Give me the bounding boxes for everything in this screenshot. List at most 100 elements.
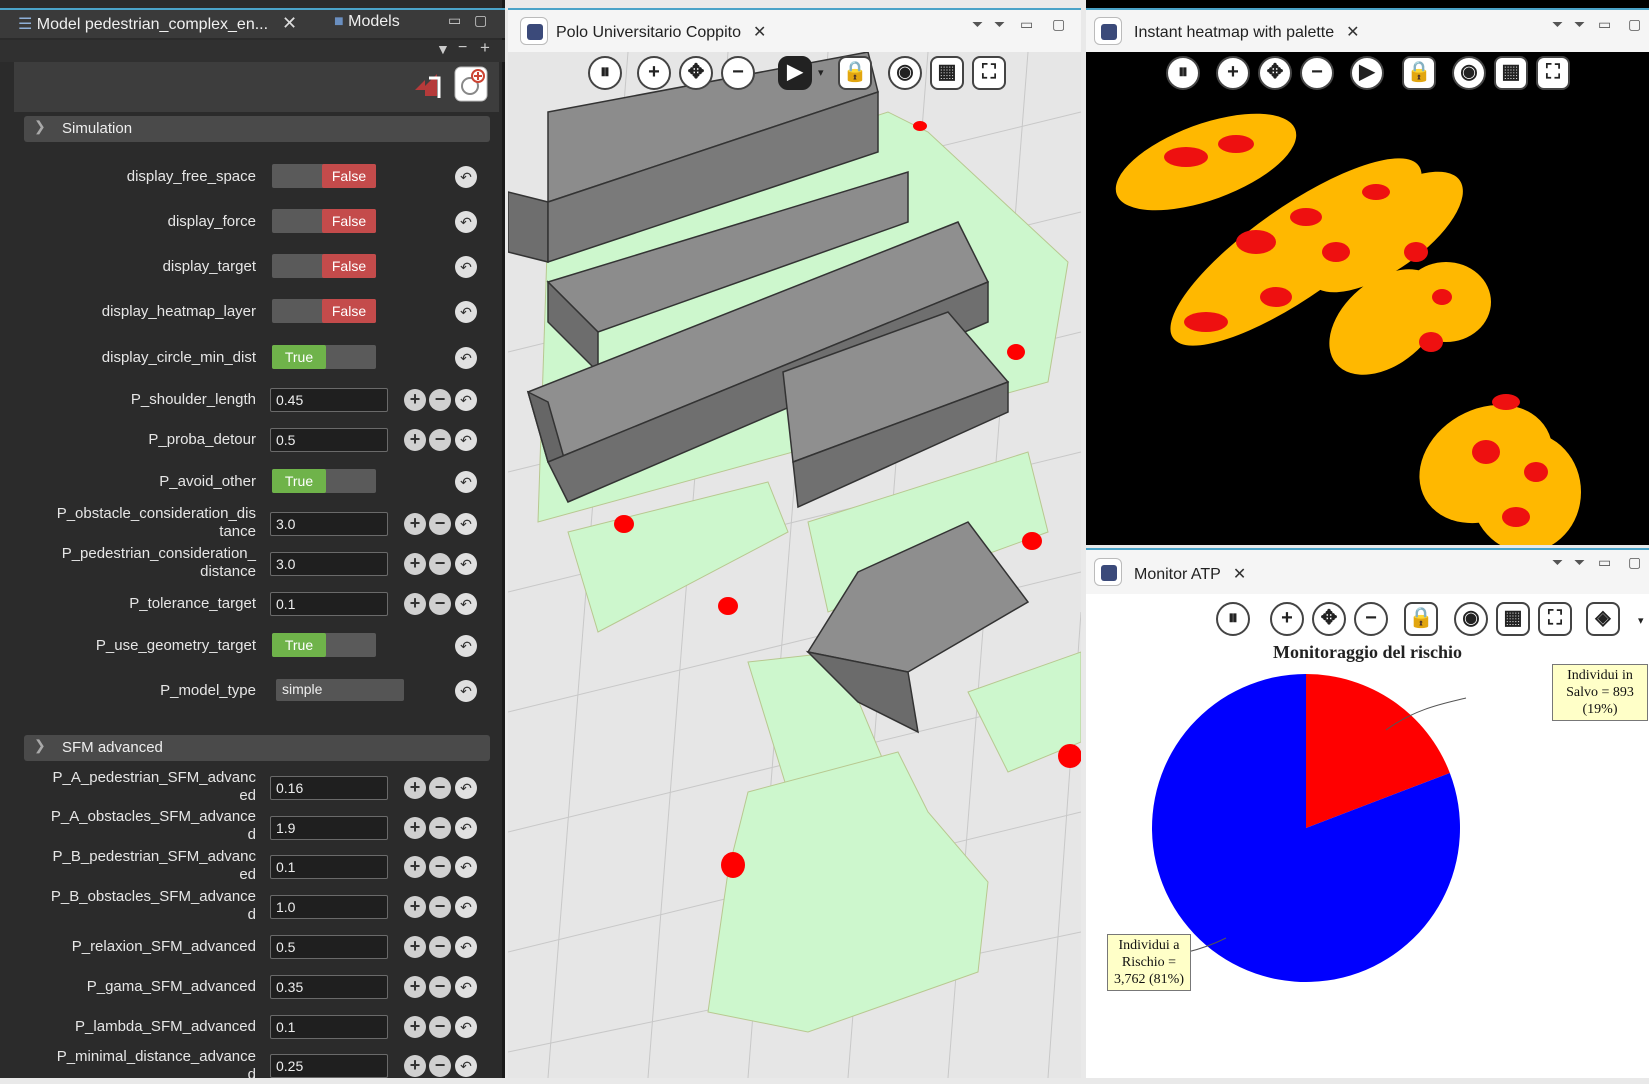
number-input[interactable]: 1.0: [270, 895, 388, 919]
revert-parameters-icon[interactable]: [409, 68, 443, 102]
lock-button[interactable]: 🔒: [1404, 602, 1438, 636]
increment-icon[interactable]: +: [404, 777, 426, 799]
increment-icon[interactable]: +: [404, 1016, 426, 1038]
fullscreen-button[interactable]: ⛶: [972, 56, 1006, 90]
maximize-icon[interactable]: ▢: [1628, 16, 1641, 33]
camera-button[interactable]: ▶: [778, 56, 812, 90]
increment-icon[interactable]: +: [404, 1055, 426, 1077]
maximize-icon[interactable]: ▢: [1628, 554, 1641, 571]
increment-icon[interactable]: +: [404, 429, 426, 451]
reset-icon[interactable]: ↶: [455, 1016, 477, 1038]
camera-button[interactable]: ▶: [1350, 56, 1384, 90]
collapse-icon[interactable]: ⏷: [994, 16, 1005, 33]
reset-icon[interactable]: ↶: [455, 429, 477, 451]
heatmap-canvas[interactable]: [1086, 52, 1649, 545]
increment-icon[interactable]: +: [404, 513, 426, 535]
minimize-icon[interactable]: ▭: [1598, 16, 1611, 33]
close-icon[interactable]: ✕: [1346, 24, 1359, 41]
minimize-icon[interactable]: ▭: [448, 12, 461, 29]
reset-icon[interactable]: ↶: [455, 513, 477, 535]
collapse-all-icon[interactable]: −: [458, 39, 467, 57]
view-menu-icon[interactable]: ⏷: [972, 16, 983, 33]
number-input[interactable]: 0.45: [270, 388, 388, 412]
number-input[interactable]: 0.1: [270, 1015, 388, 1039]
close-icon[interactable]: ✕: [753, 24, 766, 41]
collapse-icon[interactable]: ⏷: [1574, 554, 1585, 571]
close-icon[interactable]: ✕: [282, 13, 297, 33]
decrement-icon[interactable]: −: [429, 856, 451, 878]
minimize-icon[interactable]: ▭: [1598, 554, 1611, 571]
tab-models[interactable]: ■ Models: [334, 13, 400, 37]
reset-icon[interactable]: ↶: [455, 1055, 477, 1077]
zoom-out-button[interactable]: −: [1300, 56, 1334, 90]
decrement-icon[interactable]: −: [429, 976, 451, 998]
zoom-out-button[interactable]: −: [721, 56, 755, 90]
decrement-icon[interactable]: −: [429, 817, 451, 839]
zoom-out-button[interactable]: −: [1354, 602, 1388, 636]
decrement-icon[interactable]: −: [429, 389, 451, 411]
snapshot-button[interactable]: ◉: [888, 56, 922, 90]
layers-dropdown-icon[interactable]: ▾: [1638, 614, 1644, 627]
section-sfm-advanced[interactable]: ❯ SFM advanced: [24, 735, 490, 761]
bool-toggle[interactable]: False: [272, 254, 376, 278]
number-input[interactable]: 0.25: [270, 1054, 388, 1078]
reset-icon[interactable]: ↶: [455, 817, 477, 839]
number-input[interactable]: 3.0: [270, 552, 388, 576]
pause-button[interactable]: ⏸: [1216, 602, 1250, 636]
view-menu-icon[interactable]: ⏷: [1552, 16, 1563, 33]
collapse-icon[interactable]: ⏷: [1574, 16, 1585, 33]
background-toggle-button[interactable]: ▦: [1494, 56, 1528, 90]
reset-icon[interactable]: ↶: [455, 471, 477, 493]
number-input[interactable]: 0.5: [270, 428, 388, 452]
pause-button[interactable]: ⏸: [588, 56, 622, 90]
maximize-icon[interactable]: ▢: [474, 12, 487, 29]
reset-icon[interactable]: ↶: [455, 301, 477, 323]
pause-button[interactable]: ⏸: [1166, 56, 1200, 90]
decrement-icon[interactable]: −: [429, 553, 451, 575]
increment-icon[interactable]: +: [404, 553, 426, 575]
camera-dropdown-icon[interactable]: ▾: [818, 66, 824, 79]
zoom-in-button[interactable]: +: [637, 56, 671, 90]
lock-button[interactable]: 🔒: [838, 56, 872, 90]
tab-model-parameters[interactable]: ☰ Model pedestrian_complex_en... ✕: [18, 13, 297, 37]
fullscreen-button[interactable]: ⛶: [1536, 56, 1570, 90]
number-input[interactable]: 0.16: [270, 776, 388, 800]
minimize-icon[interactable]: ▭: [1020, 16, 1033, 33]
reset-icon[interactable]: ↶: [455, 680, 477, 702]
reset-icon[interactable]: ↶: [455, 896, 477, 918]
increment-icon[interactable]: +: [404, 817, 426, 839]
number-input[interactable]: 0.1: [270, 592, 388, 616]
snapshot-button[interactable]: ◉: [1452, 56, 1486, 90]
snapshot-button[interactable]: ◉: [1454, 602, 1488, 636]
bool-toggle[interactable]: True: [272, 469, 376, 493]
view-menu-icon[interactable]: ▼: [436, 41, 450, 57]
number-input[interactable]: 0.1: [270, 855, 388, 879]
add-parameter-icon[interactable]: [454, 66, 488, 102]
reset-icon[interactable]: ↶: [455, 856, 477, 878]
decrement-icon[interactable]: −: [429, 513, 451, 535]
reset-icon[interactable]: ↶: [455, 593, 477, 615]
maximize-icon[interactable]: ▢: [1052, 16, 1065, 33]
increment-icon[interactable]: +: [404, 976, 426, 998]
reset-icon[interactable]: ↶: [455, 635, 477, 657]
zoom-in-button[interactable]: +: [1270, 602, 1304, 636]
section-simulation[interactable]: ❯ Simulation: [24, 116, 490, 142]
reset-icon[interactable]: ↶: [455, 936, 477, 958]
number-input[interactable]: 1.9: [270, 816, 388, 840]
zoom-fit-button[interactable]: ✥: [1258, 56, 1292, 90]
increment-icon[interactable]: +: [404, 593, 426, 615]
increment-icon[interactable]: +: [404, 896, 426, 918]
bool-toggle[interactable]: False: [272, 299, 376, 323]
reset-icon[interactable]: ↶: [455, 347, 477, 369]
zoom-in-button[interactable]: +: [1216, 56, 1250, 90]
number-input[interactable]: 0.5: [270, 935, 388, 959]
zoom-fit-button[interactable]: ✥: [679, 56, 713, 90]
fullscreen-button[interactable]: ⛶: [1538, 602, 1572, 636]
layers-button[interactable]: ◈: [1586, 602, 1620, 636]
reset-icon[interactable]: ↶: [455, 256, 477, 278]
reset-icon[interactable]: ↶: [455, 553, 477, 575]
increment-icon[interactable]: +: [404, 389, 426, 411]
bool-toggle[interactable]: False: [272, 209, 376, 233]
lock-button[interactable]: 🔒: [1402, 56, 1436, 90]
decrement-icon[interactable]: −: [429, 429, 451, 451]
